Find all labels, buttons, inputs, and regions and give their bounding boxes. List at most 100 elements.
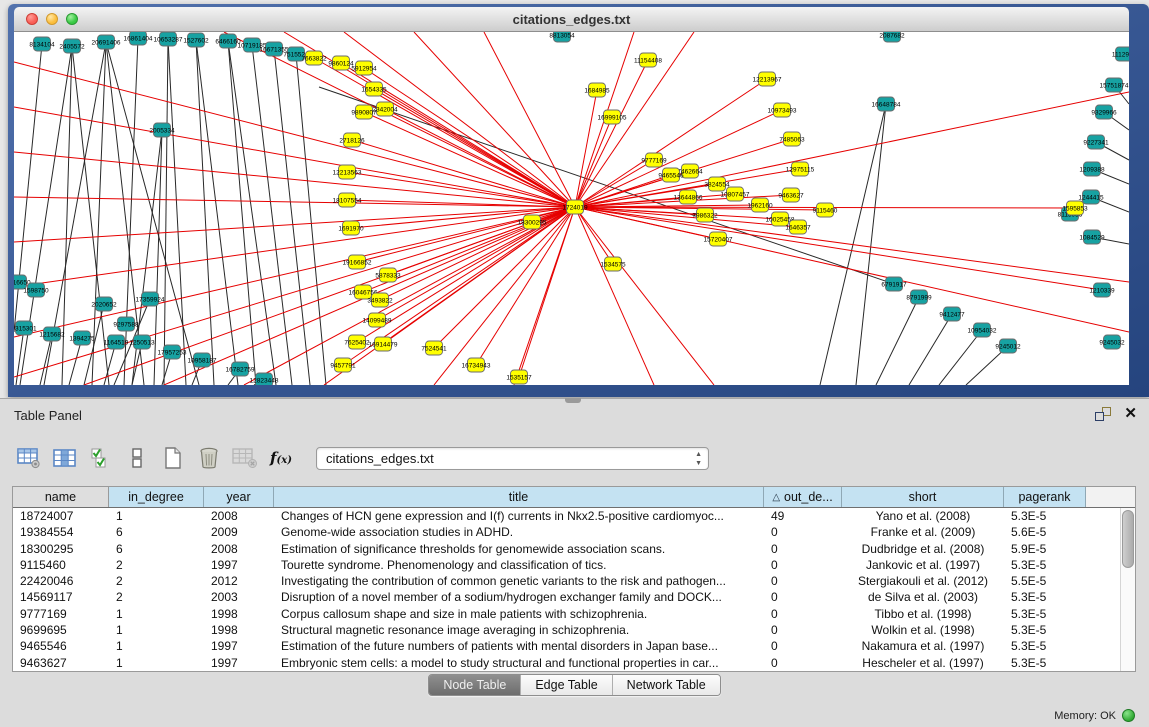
column-header-name[interactable]: name xyxy=(13,487,109,507)
svg-text:12823448: 12823448 xyxy=(250,378,279,385)
table-cell: 0 xyxy=(764,524,842,540)
float-window-icon[interactable] xyxy=(1095,407,1111,421)
graph-node[interactable]: 17359924 xyxy=(136,292,165,306)
graph-node[interactable]: 9457791 xyxy=(330,358,356,372)
table-row[interactable]: 2242004622012Investigating the contribut… xyxy=(13,573,1120,589)
graph-node[interactable]: 9245012 xyxy=(995,339,1021,353)
graph-node[interactable]: 20691406 xyxy=(92,35,121,49)
graph-node[interactable]: 2405572 xyxy=(59,39,85,53)
graph-node[interactable]: 15751874 xyxy=(1100,78,1129,92)
graph-node[interactable]: 2087682 xyxy=(879,32,905,42)
network-window-titlebar[interactable]: citations_edges.txt xyxy=(14,7,1129,32)
table-row[interactable]: 946362711997Embryonic stem cells: a mode… xyxy=(13,655,1120,671)
graph-node[interactable]: 1962160 xyxy=(747,198,773,212)
new-document-icon[interactable] xyxy=(158,441,188,475)
svg-text:18300295: 18300295 xyxy=(518,220,547,227)
table-row[interactable]: 1938455462009Genome-wide association stu… xyxy=(13,524,1120,540)
table-scrollbar[interactable] xyxy=(1120,508,1135,671)
graph-node[interactable]: 9297588 xyxy=(113,317,139,331)
table-cell: 19384554 xyxy=(13,524,109,540)
graph-node[interactable]: 1535157 xyxy=(506,370,532,384)
column-header-out-degree[interactable]: △out_de... xyxy=(764,487,842,507)
graph-node[interactable]: 7625402 xyxy=(344,335,370,349)
delete-table-icon[interactable] xyxy=(230,441,260,475)
table-row[interactable]: 911546021997Tourette syndrome. Phenomeno… xyxy=(13,557,1120,573)
table-scrollbar-thumb[interactable] xyxy=(1122,510,1134,568)
minimize-window-icon[interactable] xyxy=(46,13,58,25)
graph-node[interactable]: 16914479 xyxy=(369,337,398,351)
graph-node[interactable]: 1394275 xyxy=(69,331,95,345)
graph-node[interactable]: 2718126 xyxy=(339,133,365,147)
graph-node[interactable]: 9329966 xyxy=(1091,105,1117,119)
table-columns-icon[interactable] xyxy=(50,441,80,475)
table-row[interactable]: 946554611997Estimation of the future num… xyxy=(13,638,1120,654)
graph-node[interactable]: 8134104 xyxy=(29,37,55,51)
column-header-in-degree[interactable]: in_degree xyxy=(109,487,204,507)
table-settings-icon[interactable] xyxy=(14,441,44,475)
graph-node[interactable]: 10954032 xyxy=(968,323,997,337)
graph-node[interactable]: 13644866 xyxy=(674,190,703,204)
memory-status-icon[interactable] xyxy=(1122,709,1135,722)
close-icon[interactable]: ✕ xyxy=(1124,405,1137,423)
graph-node[interactable]: 16648784 xyxy=(872,97,901,111)
graph-node[interactable]: 9245032 xyxy=(1099,335,1125,349)
graph-node[interactable]: 7485063 xyxy=(779,132,805,146)
column-header-pagerank[interactable]: pagerank xyxy=(1004,487,1086,507)
tab-node-table[interactable]: Node Table xyxy=(429,675,521,695)
column-header-year[interactable]: year xyxy=(204,487,274,507)
graph-node[interactable]: 9463627 xyxy=(778,188,804,202)
graph-node[interactable]: 1684985 xyxy=(584,83,610,97)
graph-node[interactable]: 8813054 xyxy=(549,32,575,42)
graph-node[interactable]: 5912954 xyxy=(351,61,377,75)
graph-node[interactable]: 12975115 xyxy=(786,162,815,176)
graph-node[interactable]: 1527602 xyxy=(183,33,209,47)
graph-node[interactable]: 10653287 xyxy=(154,32,183,46)
svg-text:7524541: 7524541 xyxy=(421,346,447,353)
graph-node[interactable]: 1164519 xyxy=(104,335,129,349)
graph-node[interactable]: 1112960 xyxy=(1112,47,1129,61)
close-window-icon[interactable] xyxy=(26,13,38,25)
svg-text:2020652: 2020652 xyxy=(91,302,117,309)
graph-node[interactable]: 7524541 xyxy=(421,341,447,355)
graph-node[interactable]: 15720407 xyxy=(704,232,733,246)
graph-node[interactable]: 1215682 xyxy=(39,327,65,341)
table-row[interactable]: 1456911722003Disruption of a novel membe… xyxy=(13,589,1120,605)
graph-node[interactable]: 9412477 xyxy=(939,307,965,321)
graph-node[interactable]: 14099489 xyxy=(363,313,392,327)
column-header-title[interactable]: title xyxy=(274,487,764,507)
graph-node[interactable]: 9115460 xyxy=(813,203,838,217)
graph-node[interactable]: 16861404 xyxy=(124,32,153,45)
column-header-short[interactable]: short xyxy=(842,487,1004,507)
table-row[interactable]: 1872400712008Changes of HCN gene express… xyxy=(13,508,1120,524)
graph-node[interactable]: 16782759 xyxy=(226,362,255,376)
graph-node[interactable]: 1534575 xyxy=(600,257,626,271)
graph-node[interactable]: 1691970 xyxy=(338,221,364,235)
graph-node[interactable]: 6791917 xyxy=(881,277,907,291)
graph-node[interactable]: 1250513 xyxy=(129,335,155,349)
trash-icon[interactable] xyxy=(194,441,224,475)
table-row[interactable]: 1830029562008Estimation of significance … xyxy=(13,541,1120,557)
network-canvas[interactable]: 1724019813410424055722069140616861404106… xyxy=(14,32,1129,385)
graph-node[interactable]: 8791999 xyxy=(906,290,932,304)
graph-node[interactable]: 1209388 xyxy=(1079,162,1105,176)
graph-node[interactable]: 11154408 xyxy=(634,53,662,67)
table-cell: Nakamura et al. (1997) xyxy=(842,638,1004,654)
svg-text:2087682: 2087682 xyxy=(879,33,905,40)
graph-node[interactable]: 12213563 xyxy=(333,165,362,179)
table-row[interactable]: 977716911998Corpus callosum shape and si… xyxy=(13,606,1120,622)
tab-network-table[interactable]: Network Table xyxy=(613,675,720,695)
table-row[interactable]: 969969511998Structural magnetic resonanc… xyxy=(13,622,1120,638)
tab-edge-table[interactable]: Edge Table xyxy=(521,675,612,695)
select-all-icon[interactable] xyxy=(86,441,116,475)
graph-node[interactable]: 1210339 xyxy=(1089,283,1115,297)
zoom-window-icon[interactable] xyxy=(66,13,78,25)
function-icon[interactable]: f(x) xyxy=(266,441,296,475)
graph-node[interactable]: 5878333 xyxy=(375,268,401,282)
table-selector-dropdown[interactable]: citations_edges.txt ▲▼ xyxy=(316,447,709,470)
graph-node[interactable]: 18107554 xyxy=(333,193,362,207)
graph-node[interactable]: 1084529 xyxy=(1079,230,1105,244)
graph-node[interactable]: 12213967 xyxy=(753,72,782,86)
graph-node[interactable]: 19166852 xyxy=(343,255,372,269)
rows-icon[interactable] xyxy=(122,441,152,475)
graph-node[interactable]: 16734943 xyxy=(462,358,491,372)
